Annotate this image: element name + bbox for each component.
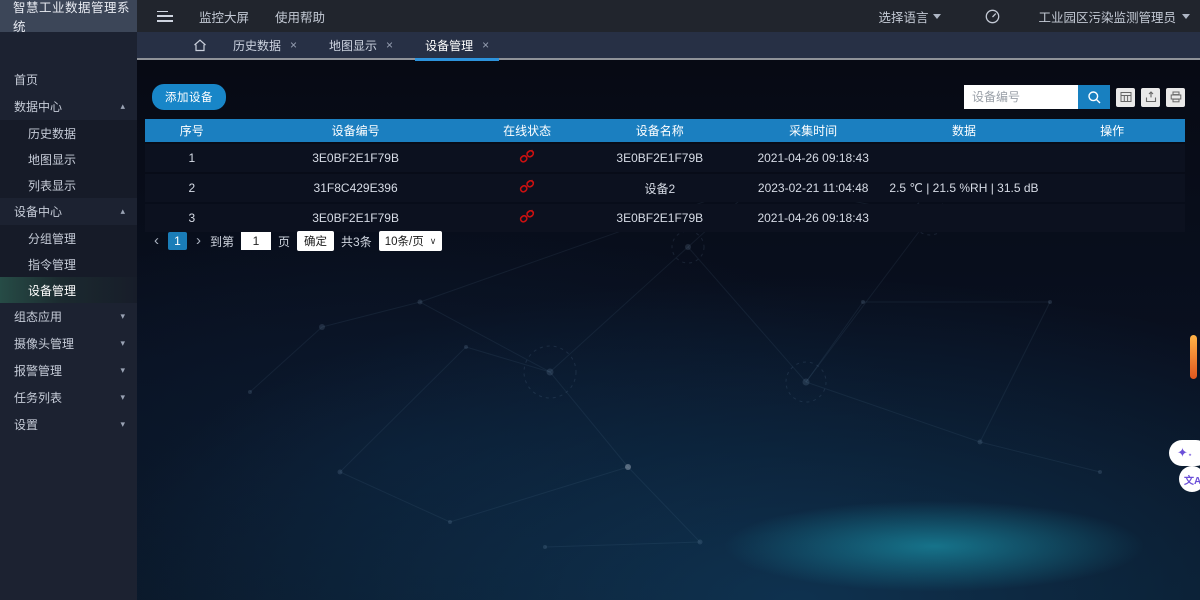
app-window: 智慧工业数据管理系统 监控大屏 使用帮助 选择语言 工业园区污染监测管理员 xyxy=(0,0,1200,600)
sidebar-item-home[interactable]: 首页 xyxy=(0,66,137,93)
topbar-nav: 监控大屏 使用帮助 选择语言 工业园区污染监测管理员 xyxy=(137,0,1200,32)
data-center-submenu: 历史数据 地图显示 列表显示 xyxy=(0,120,137,198)
chevron-down-icon xyxy=(933,14,941,19)
search-icon xyxy=(1087,90,1102,105)
gauge-icon[interactable] xyxy=(985,9,1000,24)
translate-icon: 文A xyxy=(1184,472,1200,487)
user-menu[interactable]: 工业园区污染监测管理员 xyxy=(1038,7,1190,26)
sidebar-item-device-center[interactable]: 设备中心 ▴ xyxy=(0,198,137,225)
grid-icon xyxy=(1120,91,1132,103)
print-button[interactable] xyxy=(1166,88,1185,107)
chevron-up-icon: ▴ xyxy=(120,206,125,217)
device-table-header: 序号 设备编号 在线状态 设备名称 采集时间 数据 操作 xyxy=(145,119,1185,142)
offline-link-icon xyxy=(519,209,535,224)
language-label: 选择语言 xyxy=(878,7,928,26)
chevron-up-icon: ▴ xyxy=(120,101,125,112)
export-button[interactable] xyxy=(1141,88,1160,107)
header-device-name[interactable]: 设备名称 xyxy=(582,122,738,139)
tab-bar: 历史数据 × 地图显示 × 设备管理 × xyxy=(137,32,1200,60)
table-toolbar: 添加设备 xyxy=(152,84,1185,110)
sidebar-item-task-list[interactable]: 任务列表 ▾ xyxy=(0,384,137,411)
sidebar-item-device-management[interactable]: 设备管理 xyxy=(0,277,137,303)
sidebar-item-alarm-management[interactable]: 报警管理 ▾ xyxy=(0,357,137,384)
table-row[interactable]: 1 3E0BF2E1F79B 3E0BF2E1F79B 2021-04-26 0… xyxy=(145,144,1185,172)
chevron-down-icon xyxy=(1182,14,1190,19)
topbar: 智慧工业数据管理系统 监控大屏 使用帮助 选择语言 工业园区污染监测管理员 xyxy=(0,0,1200,32)
chevron-down-icon: ▾ xyxy=(120,365,125,376)
sidebar-item-command-management[interactable]: 指令管理 xyxy=(0,251,137,277)
home-tab-icon[interactable] xyxy=(193,39,207,52)
sidebar-item-history-data[interactable]: 历史数据 xyxy=(0,120,137,146)
tab-map-display[interactable]: 地图显示 × xyxy=(323,31,399,59)
offline-link-icon xyxy=(519,149,535,164)
table-row[interactable]: 2 31F8C429E396 设备2 2023-02-21 11:04:48 xyxy=(145,174,1185,202)
sidebar-item-group-management[interactable]: 分组管理 xyxy=(0,225,137,251)
device-table: 序号 设备编号 在线状态 设备名称 采集时间 数据 操作 1 3E0BF2E1F… xyxy=(145,119,1185,232)
next-page-button[interactable]: › xyxy=(194,232,203,250)
chevron-down-icon: ▾ xyxy=(120,311,125,322)
nav-help[interactable]: 使用帮助 xyxy=(275,7,325,26)
offline-link-icon xyxy=(519,179,535,194)
goto-page-input[interactable] xyxy=(241,232,271,250)
translate-button[interactable]: 文A xyxy=(1179,466,1200,492)
header-data[interactable]: 数据 xyxy=(889,122,1040,139)
sidebar: 首页 数据中心 ▴ 历史数据 地图显示 列表显示 设备中心 ▴ 分组管理 指令管… xyxy=(0,32,137,600)
device-search-input[interactable] xyxy=(964,85,1078,109)
close-icon[interactable]: × xyxy=(386,38,393,52)
add-device-button[interactable]: 添加设备 xyxy=(152,84,226,110)
sidebar-item-list-display[interactable]: 列表显示 xyxy=(0,172,137,198)
goto-label: 到第 xyxy=(210,233,234,250)
pagination: ‹ 1 › 到第 页 确定 共3条 10条/页 ∨ xyxy=(152,231,442,251)
header-device-no[interactable]: 设备编号 xyxy=(239,122,473,139)
chevron-down-icon: ▾ xyxy=(120,338,125,349)
header-action[interactable]: 操作 xyxy=(1039,122,1185,139)
header-online-status[interactable]: 在线状态 xyxy=(473,122,582,139)
print-icon xyxy=(1170,91,1182,103)
header-collect-time[interactable]: 采集时间 xyxy=(738,122,889,139)
username: 工业园区污染监测管理员 xyxy=(1038,7,1176,26)
select-caret-icon: ∨ xyxy=(430,236,437,247)
header-seq[interactable]: 序号 xyxy=(145,122,239,139)
close-icon[interactable]: × xyxy=(290,38,297,52)
sparkle-icon: ✦˖ xyxy=(1177,445,1192,461)
sidebar-item-configuration-app[interactable]: 组态应用 ▾ xyxy=(0,303,137,330)
sidebar-item-camera-management[interactable]: 摄像头管理 ▾ xyxy=(0,330,137,357)
content-panel: 添加设备 xyxy=(137,62,1200,600)
sidebar-item-settings[interactable]: 设置 ▾ xyxy=(0,411,137,438)
nav-monitor-screen[interactable]: 监控大屏 xyxy=(199,7,249,26)
app-title: 智慧工业数据管理系统 xyxy=(0,0,137,32)
goto-confirm-button[interactable]: 确定 xyxy=(297,231,334,251)
tab-device-management[interactable]: 设备管理 × xyxy=(419,31,495,59)
menu-toggle-icon[interactable] xyxy=(157,11,173,22)
scrollbar-thumb[interactable] xyxy=(1190,335,1197,379)
current-page-button[interactable]: 1 xyxy=(168,232,187,250)
ai-assistant-button[interactable]: ✦˖ xyxy=(1169,440,1200,466)
device-center-submenu: 分组管理 指令管理 设备管理 xyxy=(0,225,137,303)
grid-columns-button[interactable] xyxy=(1116,88,1135,107)
tab-history-data[interactable]: 历史数据 × xyxy=(227,31,303,59)
page-unit-label: 页 xyxy=(278,233,290,250)
chevron-down-icon: ▾ xyxy=(120,419,125,430)
language-selector[interactable]: 选择语言 xyxy=(878,7,941,26)
export-icon xyxy=(1145,91,1157,103)
close-icon[interactable]: × xyxy=(482,38,489,52)
sidebar-item-map-display[interactable]: 地图显示 xyxy=(0,146,137,172)
main-area: 历史数据 × 地图显示 × 设备管理 × xyxy=(137,32,1200,600)
prev-page-button[interactable]: ‹ xyxy=(152,232,161,250)
search-button[interactable] xyxy=(1078,85,1110,109)
total-count-label: 共3条 xyxy=(341,233,372,250)
chevron-down-icon: ▾ xyxy=(120,392,125,403)
sidebar-item-data-center[interactable]: 数据中心 ▴ xyxy=(0,93,137,120)
table-row[interactable]: 3 3E0BF2E1F79B 3E0BF2E1F79B 2021-04-26 0… xyxy=(145,204,1185,232)
page-size-select[interactable]: 10条/页 ∨ xyxy=(379,231,443,251)
